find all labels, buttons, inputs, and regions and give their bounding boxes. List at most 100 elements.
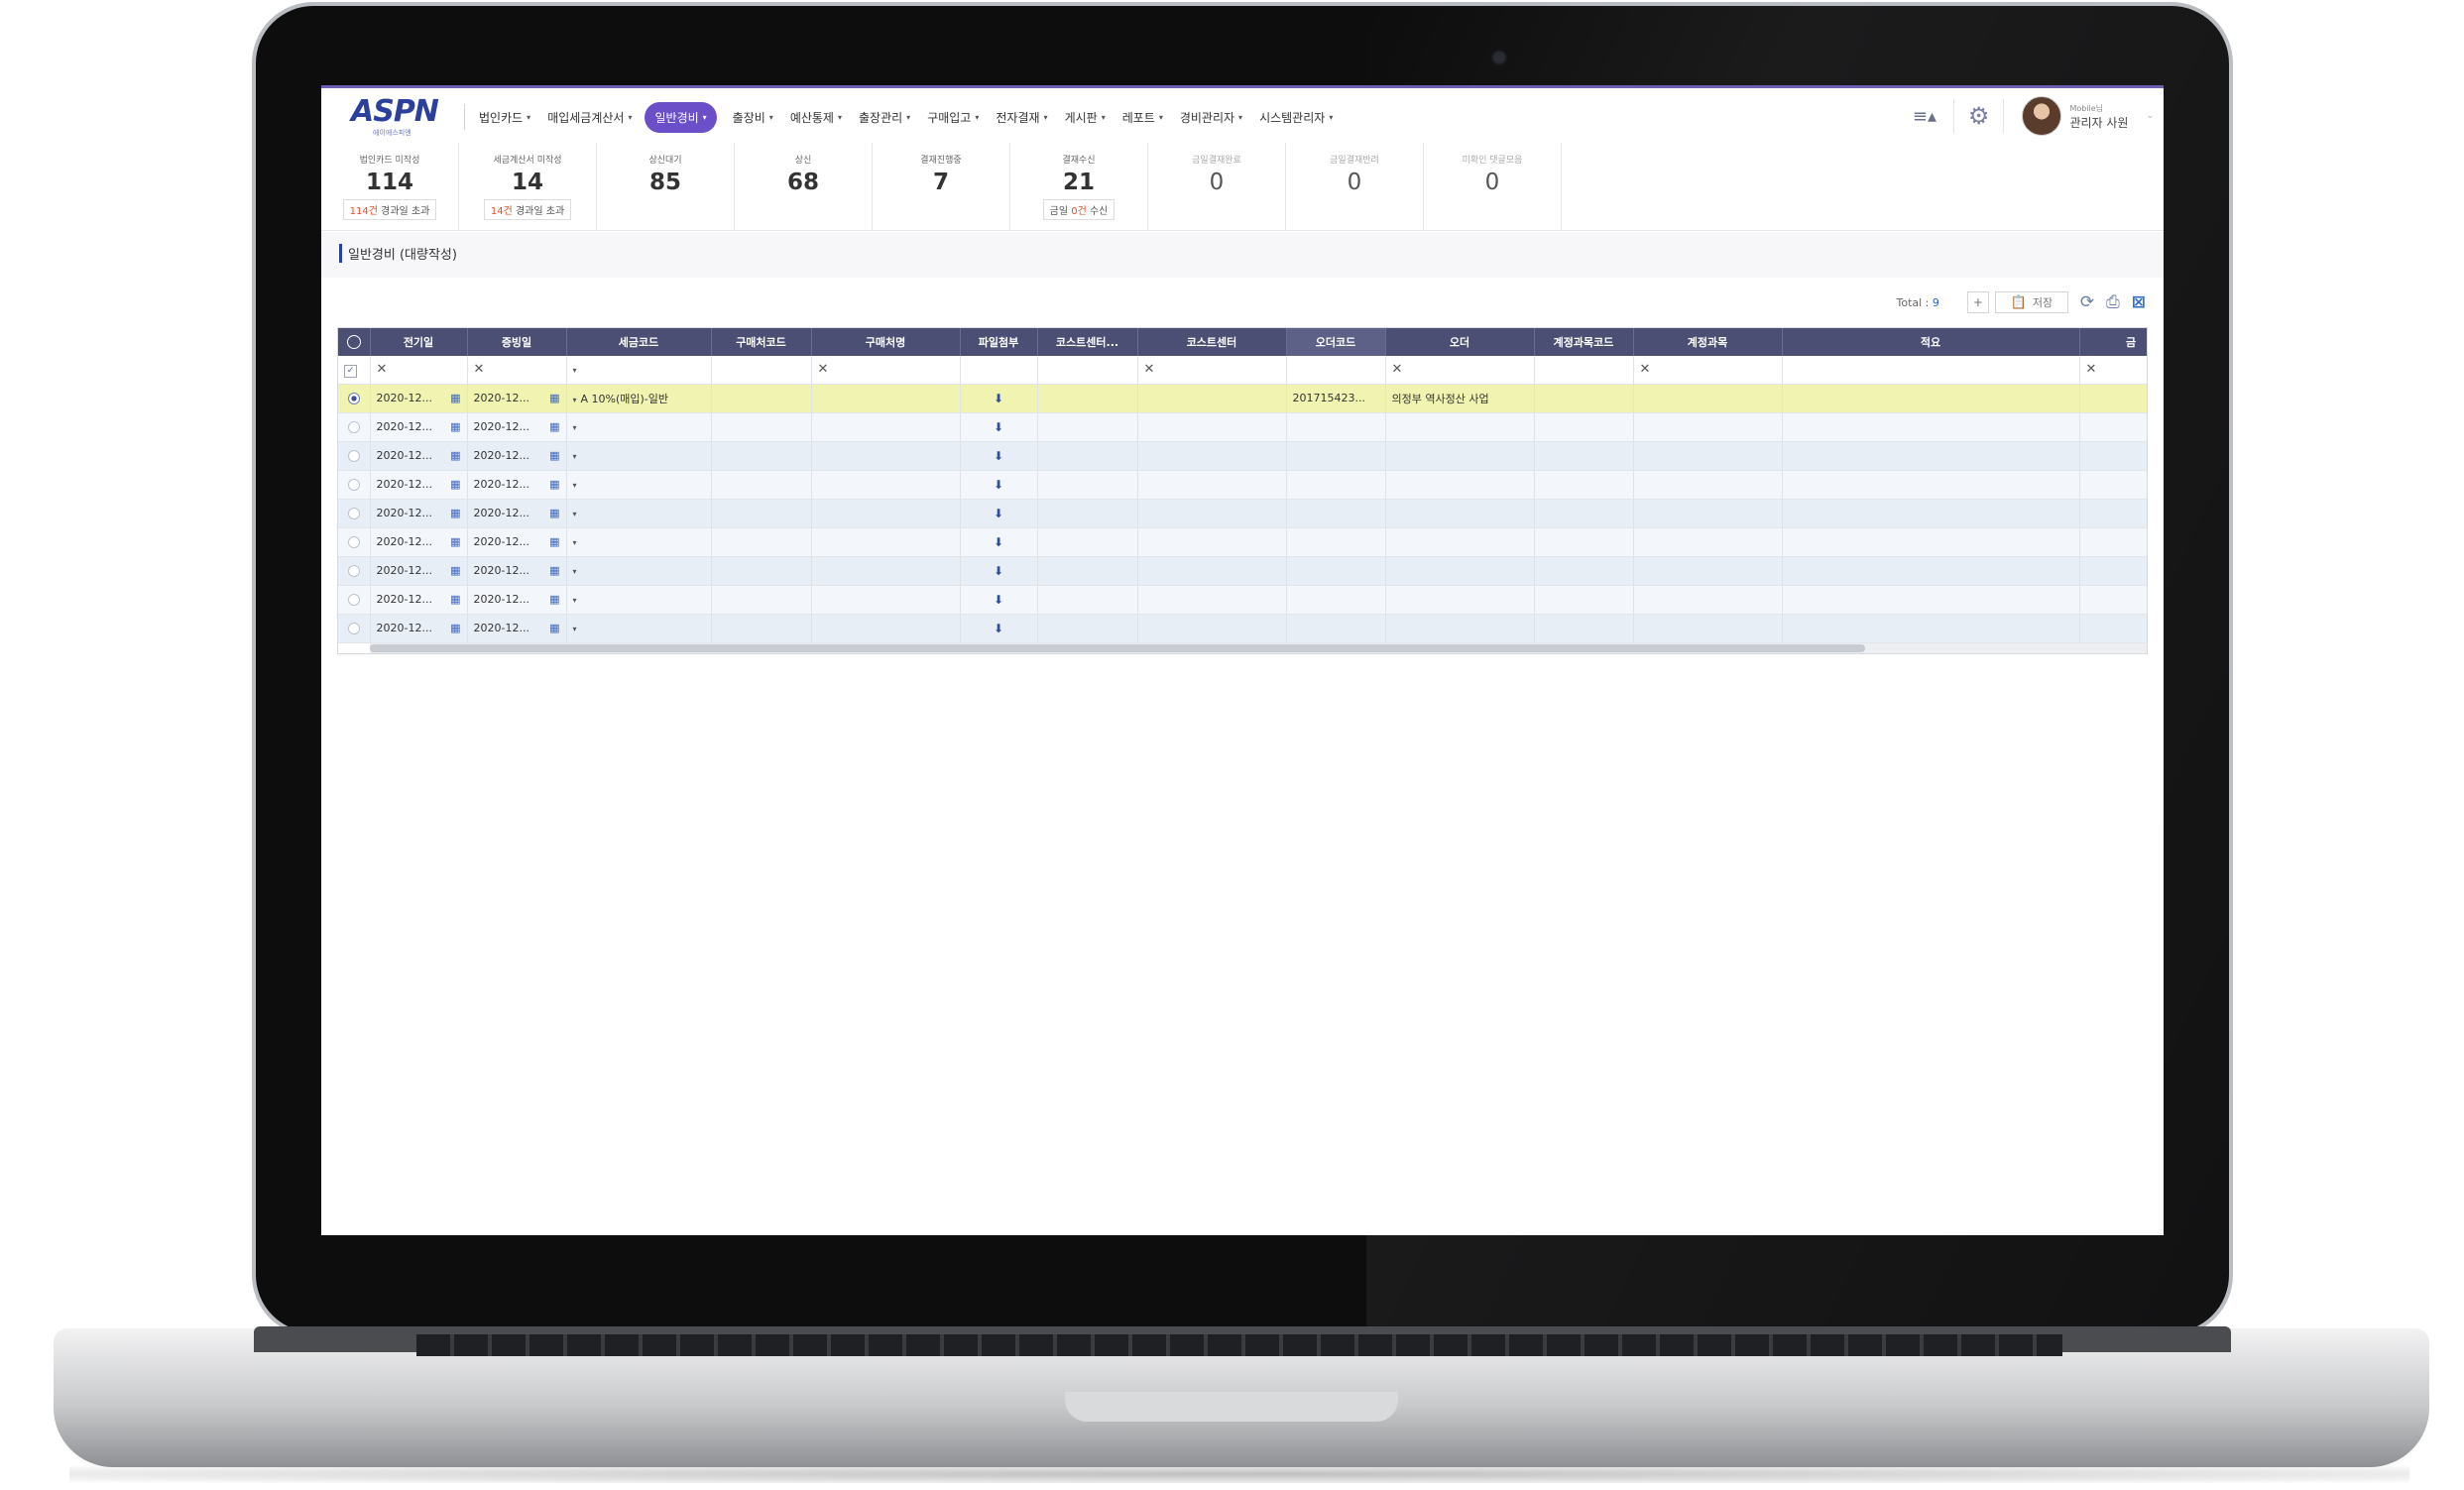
summary-cell[interactable] (1782, 556, 2080, 586)
clear-filter-icon[interactable]: ✕ (1392, 362, 1403, 377)
nav-item-3[interactable]: 출장비 ▾ (733, 102, 773, 133)
cost-center-code-cell[interactable] (1037, 441, 1138, 471)
avatar[interactable] (2022, 96, 2062, 136)
account-cell[interactable] (1633, 556, 1783, 586)
calendar-icon[interactable]: ▦ (549, 507, 559, 519)
vendor-name-cell[interactable] (811, 384, 961, 413)
add-row-button[interactable]: + (1966, 291, 1989, 313)
file-attach-cell[interactable]: ⬇ (960, 470, 1038, 500)
table-row[interactable]: 2020-12... ▦ 2020-12... ▦ ▾ ⬇ (338, 556, 2147, 586)
summary-cell[interactable] (1782, 527, 2080, 557)
cost-center-code-cell[interactable] (1037, 556, 1138, 586)
filter-cell[interactable]: ✕ (467, 356, 567, 385)
vendor-name-cell[interactable] (811, 441, 961, 471)
nav-item-5[interactable]: 출장관리 ▾ (859, 102, 910, 133)
order-cell[interactable] (1385, 527, 1535, 557)
amount-cell[interactable] (2079, 499, 2147, 528)
account-code-cell[interactable] (1534, 412, 1634, 442)
row-radio[interactable] (347, 479, 360, 491)
order-code-cell[interactable] (1286, 527, 1386, 557)
scrollbar-thumb[interactable] (370, 644, 1865, 652)
filter-cell[interactable] (1286, 356, 1386, 385)
stat-card[interactable]: 세금계산서 미작성 14 14건 경과일 초과 (459, 143, 597, 230)
download-icon[interactable]: ⬇ (967, 593, 1031, 607)
stat-card[interactable]: 상신대기 85 (597, 143, 735, 230)
stat-card[interactable]: 미확인 댓글모음 0 (1424, 143, 1562, 230)
row-select-cell[interactable] (338, 527, 371, 557)
filter-cell[interactable] (1037, 356, 1138, 385)
aspn-logo[interactable]: ASPN 에이에스피엔 (345, 94, 444, 137)
clear-filter-icon[interactable]: ✕ (1144, 362, 1155, 377)
posting-date-cell[interactable]: 2020-12... ▦ (370, 412, 468, 442)
download-icon[interactable]: ⬇ (967, 564, 1031, 578)
column-header[interactable]: 오더코드 (1286, 328, 1386, 356)
tax-code-cell[interactable]: ▾ (566, 614, 712, 643)
dropdown-icon[interactable]: ▾ (573, 396, 577, 404)
filter-cell[interactable]: ▾ (566, 356, 712, 385)
column-header[interactable]: 구매처코드 (711, 328, 812, 356)
calendar-icon[interactable]: ▦ (450, 622, 460, 634)
row-select-cell[interactable] (338, 614, 371, 643)
horizontal-scrollbar[interactable] (370, 643, 2147, 653)
amount-cell[interactable] (2079, 441, 2147, 471)
order-code-cell[interactable] (1286, 614, 1386, 643)
filter-cell[interactable] (711, 356, 812, 385)
calendar-icon[interactable]: ▦ (549, 622, 559, 634)
file-attach-cell[interactable]: ⬇ (960, 384, 1038, 413)
vendor-name-cell[interactable] (811, 470, 961, 500)
summary-cell[interactable] (1782, 412, 2080, 442)
file-attach-cell[interactable]: ⬇ (960, 441, 1038, 471)
column-header[interactable]: 증빙일 (467, 328, 567, 356)
tax-code-cell[interactable]: ▾ (566, 412, 712, 442)
tax-code-cell[interactable]: ▾ A 10%(매입)-일반 (566, 384, 712, 413)
cost-center-code-cell[interactable] (1037, 527, 1138, 557)
print-icon[interactable]: ⎙ (2106, 292, 2120, 312)
calendar-icon[interactable]: ▦ (549, 392, 559, 404)
dropdown-icon[interactable]: ▾ (573, 538, 577, 547)
filter-check-cell[interactable]: ✓ (338, 356, 371, 385)
account-cell[interactable] (1633, 585, 1783, 615)
filter-cell[interactable]: ✕ (2079, 356, 2147, 385)
tax-code-cell[interactable]: ▾ (566, 527, 712, 557)
cost-center-cell[interactable] (1137, 585, 1287, 615)
account-code-cell[interactable] (1534, 585, 1634, 615)
cost-center-cell[interactable] (1137, 470, 1287, 500)
filter-cell[interactable]: ✕ (370, 356, 468, 385)
clear-filter-icon[interactable]: ✕ (2086, 362, 2097, 377)
summary-cell[interactable] (1782, 441, 2080, 471)
column-header[interactable]: 적요 (1782, 328, 2080, 356)
order-cell[interactable]: 의정부 역사정산 사업 (1385, 384, 1535, 413)
evidence-date-cell[interactable]: 2020-12... ▦ (467, 499, 567, 528)
dropdown-icon[interactable]: ▾ (573, 510, 577, 518)
column-header[interactable]: 계정과목 (1633, 328, 1783, 356)
order-cell[interactable] (1385, 499, 1535, 528)
order-code-cell[interactable] (1286, 556, 1386, 586)
amount-cell[interactable] (2079, 527, 2147, 557)
table-row[interactable]: 2020-12... ▦ 2020-12... ▦ ▾ ⬇ (338, 412, 2147, 442)
nav-item-6[interactable]: 구매입고 ▾ (927, 102, 979, 133)
amount-cell[interactable] (2079, 412, 2147, 442)
summary-cell[interactable] (1782, 499, 2080, 528)
vendor-code-cell[interactable] (711, 499, 812, 528)
nav-item-0[interactable]: 법인카드 ▾ (479, 102, 530, 133)
account-code-cell[interactable] (1534, 384, 1634, 413)
clear-filter-icon[interactable]: ✕ (818, 362, 829, 377)
evidence-date-cell[interactable]: 2020-12... ▦ (467, 585, 567, 615)
download-icon[interactable]: ⬇ (967, 420, 1031, 434)
nav-item-11[interactable]: 시스템관리자 ▾ (1259, 102, 1333, 133)
account-code-cell[interactable] (1534, 441, 1634, 471)
tax-code-cell[interactable]: ▾ (566, 556, 712, 586)
user-info[interactable]: Mobile님 관리자 사원 (2069, 102, 2128, 130)
select-all-header[interactable] (338, 328, 371, 356)
cost-center-code-cell[interactable] (1037, 499, 1138, 528)
stat-card[interactable]: 법인카드 미작성 114 114건 경과일 초과 (321, 143, 459, 230)
row-select-cell[interactable] (338, 499, 371, 528)
evidence-date-cell[interactable]: 2020-12... ▦ (467, 556, 567, 586)
table-row[interactable]: 2020-12... ▦ 2020-12... ▦ ▾ ⬇ (338, 614, 2147, 643)
row-select-cell[interactable] (338, 384, 371, 413)
amount-cell[interactable] (2079, 614, 2147, 643)
posting-date-cell[interactable]: 2020-12... ▦ (370, 614, 468, 643)
cost-center-cell[interactable] (1137, 499, 1287, 528)
table-row[interactable]: 2020-12... ▦ 2020-12... ▦ ▾ ⬇ (338, 527, 2147, 557)
summary-cell[interactable] (1782, 470, 2080, 500)
